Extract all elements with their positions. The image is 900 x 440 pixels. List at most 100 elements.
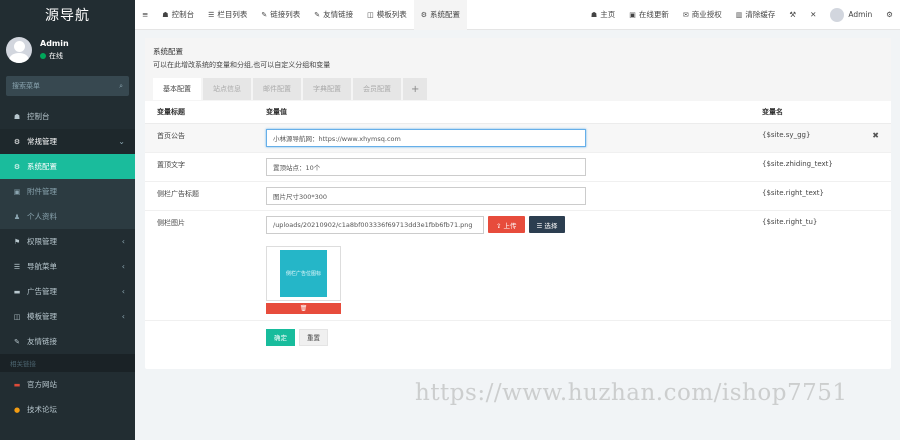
update-icon: ▣ bbox=[629, 10, 636, 19]
search-placeholder: 搜索菜单 bbox=[12, 82, 40, 90]
sidebar-item-dashboard[interactable]: ☗ 控制台 bbox=[0, 104, 135, 129]
row-label: 侧栏广告标题 bbox=[145, 181, 254, 211]
fullscreen-button[interactable]: ✕ bbox=[803, 0, 823, 30]
tab-site-info[interactable]: 站点信息 bbox=[203, 78, 251, 100]
chevron-left-icon: ‹ bbox=[121, 287, 125, 296]
home-link[interactable]: ☗ 主页 bbox=[584, 0, 622, 30]
link-label: 主页 bbox=[600, 10, 616, 19]
home-icon: ☗ bbox=[590, 10, 598, 19]
choose-button[interactable]: ☰ 选择 bbox=[528, 216, 566, 233]
image-upload-row: /uploads/20210902/c1a8bf003336f69713dd3e… bbox=[266, 215, 750, 234]
chevron-left-icon: ‹ bbox=[121, 262, 125, 271]
sidebar-item-label: 官方网站 bbox=[27, 380, 57, 389]
tab-label: 模板列表 bbox=[376, 10, 407, 19]
tab-system-config[interactable]: ⚙ 系统配置 bbox=[413, 0, 468, 30]
image-thumbnail[interactable]: 侧栏广告位图标 bbox=[266, 245, 341, 301]
pinned-text-input[interactable]: 置顶站点：10个 bbox=[266, 157, 586, 176]
home-icon: ☗ bbox=[13, 112, 21, 121]
tab-email[interactable]: 邮件配置 bbox=[253, 78, 301, 100]
sidebar-toggle-button[interactable]: ≡ bbox=[135, 0, 155, 30]
tab-dictionary[interactable]: 字典配置 bbox=[303, 78, 351, 100]
sidebar-item-profile[interactable]: ♟ 个人资料 bbox=[0, 204, 135, 229]
sidebar-item-label: 导航菜单 bbox=[27, 262, 57, 271]
tab-member[interactable]: 会员配置 bbox=[353, 78, 401, 100]
reset-button[interactable]: 重置 bbox=[299, 328, 328, 346]
sidebar-item-nav-menu[interactable]: ☰ 导航菜单 ‹ bbox=[0, 254, 135, 279]
user-icon: ♟ bbox=[13, 212, 21, 221]
column-header-title: 变量标题 bbox=[145, 101, 254, 124]
sidebar-item-attachments[interactable]: ▣ 附件管理 bbox=[0, 179, 135, 204]
row-value-cell: 图片尺寸300*300 bbox=[254, 181, 750, 211]
delete-icon[interactable]: ✖ bbox=[872, 131, 879, 140]
tab-label: 系统配置 bbox=[430, 10, 461, 19]
gear-icon: ⚙ bbox=[420, 10, 428, 19]
sidebar-ad-title-input[interactable]: 图片尺寸300*300 bbox=[266, 186, 586, 205]
config-panel: 系统配置 可以在此增改系统的变量和分组,也可以自定义分组和变量 基本配置 站点信… bbox=[145, 38, 891, 369]
notice-input[interactable]: 小林源导航网：https://www.xhymsq.com bbox=[266, 128, 586, 147]
watermark: https://www.huzhan.com/ishop7751 bbox=[415, 380, 848, 406]
column-header-value: 变量值 bbox=[254, 101, 750, 124]
row-label: 侧栏图片 bbox=[145, 210, 254, 321]
tab-link-list[interactable]: ✎ 链接列表 bbox=[254, 0, 307, 30]
user-panel: Admin 在线 bbox=[0, 30, 135, 70]
sidebar-item-label: 系统配置 bbox=[27, 162, 57, 171]
link-label: 在线更新 bbox=[638, 10, 669, 19]
user-menu[interactable]: Admin bbox=[823, 0, 879, 30]
sidebar-item-label: 权限管理 bbox=[27, 237, 57, 246]
avatar bbox=[830, 7, 845, 22]
user-status-label: 在线 bbox=[49, 52, 63, 60]
sidebar-item-system-config[interactable]: ⚙ 系统配置 bbox=[0, 154, 135, 179]
page-description: 可以在此增改系统的变量和分组,也可以自定义分组和变量 bbox=[153, 61, 331, 69]
table-row: 侧栏图片 /uploads/20210902/c1a8bf003336f6971… bbox=[145, 210, 891, 321]
user-info: Admin 在线 bbox=[40, 39, 69, 61]
tab-dashboard[interactable]: ☗ 控制台 bbox=[155, 0, 201, 30]
sidebar-link-forum[interactable]: ● 技术论坛 bbox=[0, 397, 135, 422]
top-navbar: ≡ ☗ 控制台 ☰ 栏目列表 ✎ 链接列表 ✎ 友情链接 ◫ 模板列表 ⚙ 系统配置 ☗ 主页… bbox=[135, 0, 900, 30]
gears-icon: ⚙ bbox=[886, 10, 893, 19]
trash-icon: ▥ bbox=[735, 10, 743, 19]
license-link[interactable]: ✉ 商业授权 bbox=[676, 0, 729, 30]
online-update-link[interactable]: ▣ 在线更新 bbox=[622, 0, 676, 30]
sidebar-item-ads[interactable]: ▬ 广告管理 ‹ bbox=[0, 279, 135, 304]
ad-icon: ▬ bbox=[13, 287, 21, 296]
table-header-row: 变量标题 变量值 变量名 bbox=[145, 101, 891, 124]
sidebar-item-label: 控制台 bbox=[27, 112, 50, 121]
tab-category-list[interactable]: ☰ 栏目列表 bbox=[201, 0, 254, 30]
template-icon: ◫ bbox=[13, 312, 21, 321]
comment-icon: ● bbox=[13, 405, 21, 414]
upload-button[interactable]: ⇪ 上传 bbox=[488, 216, 525, 233]
sidebar-item-templates[interactable]: ◫ 模板管理 ‹ bbox=[0, 304, 135, 329]
clear-cache-button[interactable]: ▥ 清除缓存 bbox=[729, 0, 783, 30]
sidebar-search-input[interactable]: 搜索菜单 ⌕ bbox=[6, 76, 129, 96]
online-dot-icon bbox=[40, 53, 46, 59]
sidebar-link-official-site[interactable]: ▬ 官方网站 bbox=[0, 372, 135, 397]
sidebar-item-label: 常规管理 bbox=[27, 137, 57, 146]
tab-template-list[interactable]: ◫ 模板列表 bbox=[360, 0, 414, 30]
tools-button[interactable]: ⚒ bbox=[782, 0, 803, 30]
page-title: 系统配置 bbox=[153, 47, 183, 56]
tab-basic[interactable]: 基本配置 bbox=[153, 78, 201, 100]
chevron-left-icon: ‹ bbox=[121, 312, 125, 321]
home-icon: ☗ bbox=[162, 10, 169, 19]
brand-logo[interactable]: 源导航 bbox=[0, 0, 135, 30]
delete-image-button[interactable]: 🗑 bbox=[266, 302, 341, 314]
link-icon: ✎ bbox=[14, 337, 20, 346]
column-header-varname: 变量名 bbox=[750, 101, 891, 124]
row-value-cell: 小林源导航网：https://www.xhymsq.com bbox=[254, 123, 750, 153]
submit-button[interactable]: 确定 bbox=[266, 328, 295, 346]
control-sidebar-button[interactable]: ⚙ bbox=[879, 0, 900, 30]
sidebar-item-friend-links[interactable]: ✎ 友情链接 bbox=[0, 329, 135, 354]
sidebar-item-permissions[interactable]: ⚑ 权限管理 ‹ bbox=[0, 229, 135, 254]
image-path-input[interactable]: /uploads/20210902/c1a8bf003336f69713dd3e… bbox=[266, 215, 484, 234]
chevron-left-icon: ‹ bbox=[121, 237, 125, 246]
search-icon[interactable]: ⌕ bbox=[119, 82, 123, 91]
link-label: 商业授权 bbox=[691, 10, 722, 19]
sidebar-item-general[interactable]: ⚙ 常规管理 ⌄ bbox=[0, 129, 135, 154]
add-tab-button[interactable]: + bbox=[403, 78, 428, 100]
tab-friend-links[interactable]: ✎ 友情链接 bbox=[307, 0, 360, 30]
row-varname: {$site.right_text} bbox=[750, 181, 891, 211]
row-varname: {$site.zhiding_text} bbox=[750, 152, 891, 182]
fullscreen-icon: ✕ bbox=[810, 10, 817, 19]
config-tabs: 基本配置 站点信息 邮件配置 字典配置 会员配置 + bbox=[153, 78, 883, 100]
sidebar-item-label: 技术论坛 bbox=[27, 405, 57, 414]
